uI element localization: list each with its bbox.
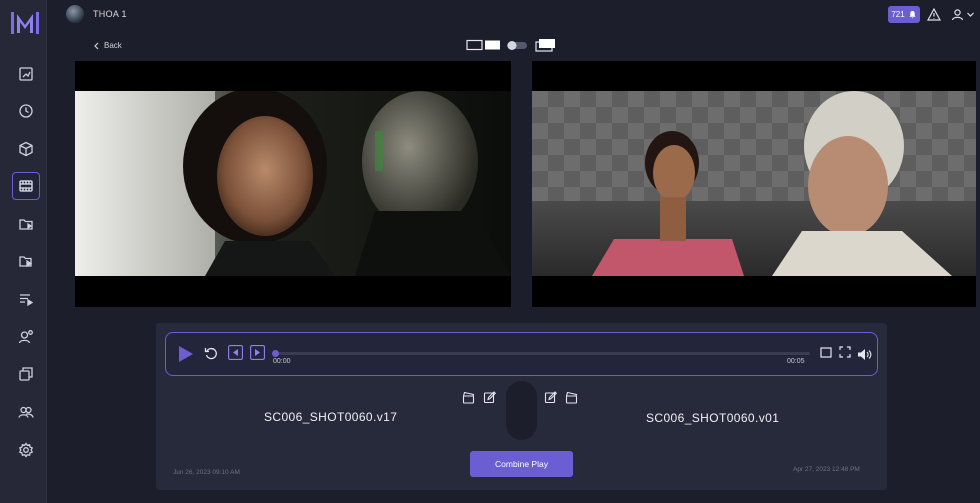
clock-icon: [19, 104, 33, 118]
view-mode-toggle[interactable]: [466, 38, 556, 52]
edit-icon[interactable]: [483, 391, 496, 404]
left-video-frame: [75, 91, 511, 276]
sidebar-item-recent[interactable]: [12, 97, 40, 125]
left-video-panel[interactable]: [75, 61, 511, 307]
top-bar: THOA 1 721: [47, 0, 980, 30]
toggle-switch[interactable]: [507, 41, 527, 50]
side-by-side-icon[interactable]: [466, 39, 500, 51]
right-video-panel[interactable]: [532, 61, 976, 307]
overlay-view-icon[interactable]: [535, 39, 555, 52]
sidebar-item-users[interactable]: [12, 398, 40, 426]
fullscreen-icon[interactable]: [839, 346, 851, 358]
project-avatar[interactable]: [66, 5, 84, 23]
sidebar-item-folder-play[interactable]: [12, 210, 40, 238]
warning-icon[interactable]: [927, 8, 941, 21]
sidebar-item-dashboard[interactable]: [12, 60, 40, 88]
film-icon: [19, 180, 33, 192]
user-icon: [951, 8, 964, 20]
project-name[interactable]: THOA 1: [93, 9, 127, 19]
folder-play-icon: [19, 219, 33, 230]
sidebar-item-shots[interactable]: [12, 172, 40, 200]
left-version-actions: [462, 391, 496, 404]
sidebar: [0, 0, 47, 503]
notifications-button[interactable]: 721: [888, 6, 920, 23]
person-settings-icon: [18, 330, 33, 344]
replay-icon[interactable]: [204, 346, 218, 360]
right-video-frame: [532, 91, 976, 276]
play-icon[interactable]: [178, 345, 194, 363]
timeline-track[interactable]: [274, 352, 810, 355]
sidebar-item-assets[interactable]: [12, 135, 40, 163]
duration: 00:05: [787, 358, 805, 365]
playlist-icon: [20, 294, 34, 307]
back-link[interactable]: Back: [93, 41, 122, 50]
cube-icon: [19, 141, 33, 157]
theater-mode-icon[interactable]: [820, 347, 832, 358]
clapperboard-icon[interactable]: [565, 391, 578, 404]
bell-icon: [909, 10, 916, 19]
chevron-down-icon: [967, 12, 974, 17]
combine-play-button[interactable]: Combine Play: [470, 451, 573, 477]
m-logo-icon[interactable]: [10, 11, 40, 35]
back-label: Back: [104, 41, 122, 50]
sidebar-item-playlist[interactable]: [12, 285, 40, 313]
left-version-date: Jun 26, 2023 09:10 AM: [173, 469, 240, 476]
current-time: 00:00: [273, 358, 291, 365]
gear-icon: [18, 442, 34, 458]
right-shot-name: SC006_SHOT0060.v01: [646, 411, 780, 425]
folder-video-icon: [19, 256, 33, 268]
sidebar-item-folder-video[interactable]: [12, 247, 40, 275]
sidebar-item-layers[interactable]: [12, 360, 40, 388]
layers-icon: [19, 367, 33, 381]
compare-divider: [506, 381, 537, 440]
next-frame-button[interactable]: [250, 345, 265, 360]
chevron-left-icon: [94, 42, 99, 49]
player-controls: 00:00 00:05: [165, 332, 878, 376]
sidebar-item-person-settings[interactable]: [12, 323, 40, 351]
users-icon: [18, 406, 34, 418]
left-shot-name: SC006_SHOT0060.v17: [264, 410, 398, 424]
timeline-playhead[interactable]: [272, 350, 279, 357]
user-menu[interactable]: [951, 7, 977, 21]
right-version-date: Apr 27, 2023 12:48 PM: [793, 466, 860, 473]
chart-icon: [19, 67, 33, 81]
notification-count: 721: [891, 10, 905, 19]
edit-icon[interactable]: [544, 391, 557, 404]
right-version-actions: [544, 391, 578, 404]
sidebar-item-settings[interactable]: [12, 436, 40, 464]
clapperboard-icon[interactable]: [462, 391, 475, 404]
volume-icon[interactable]: [857, 348, 872, 361]
previous-frame-button[interactable]: [228, 345, 243, 360]
